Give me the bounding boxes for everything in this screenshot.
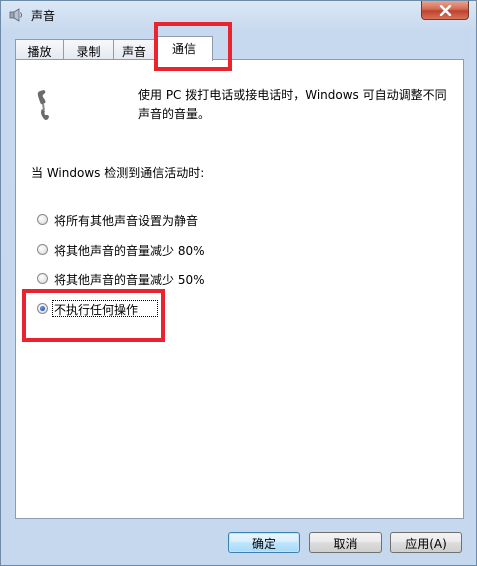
close-icon: [439, 5, 452, 16]
option-label: 将所有其他声音设置为静音: [54, 214, 199, 228]
ok-button[interactable]: 确定: [228, 532, 300, 553]
close-button[interactable]: [421, 1, 469, 20]
option-reduce-50[interactable]: 将其他声音的音量减少 50%: [37, 271, 237, 289]
tab-sounds[interactable]: 声音: [113, 39, 155, 60]
apply-button[interactable]: 应用(A): [390, 532, 462, 553]
option-reduce-80[interactable]: 将其他声音的音量减少 80%: [37, 242, 237, 260]
tab-recording[interactable]: 录制: [63, 39, 114, 60]
option-mute-all[interactable]: 将所有其他声音设置为静音: [37, 212, 237, 230]
highlight-box-option: [22, 289, 165, 342]
speaker-icon: [8, 7, 24, 23]
radio-button[interactable]: [37, 214, 48, 225]
window-title: 声音: [31, 9, 56, 23]
apply-button-label: 应用(A): [405, 537, 447, 551]
tab-label: 录制: [76, 45, 101, 59]
radio-button[interactable]: [37, 273, 48, 284]
highlight-box-tab: [154, 22, 232, 71]
cancel-button[interactable]: 取消: [309, 532, 382, 553]
option-label: 将其他声音的音量减少 80%: [54, 244, 205, 258]
cancel-button-label: 取消: [333, 537, 358, 551]
ok-button-label: 确定: [251, 537, 276, 551]
tab-playback[interactable]: 播放: [15, 39, 64, 60]
tab-label: 声音: [121, 45, 146, 59]
sound-dialog: 声音 播放 录制 声音 通信 使用 PC 拨打电话或接电话时，Windows 可…: [0, 0, 477, 566]
tab-label: 播放: [27, 45, 52, 59]
radio-button[interactable]: [37, 244, 48, 255]
communications-heading: 当 Windows 检测到通信活动时:: [31, 166, 205, 180]
title-bar[interactable]: 声音: [1, 1, 476, 29]
window-right-edge: [465, 29, 469, 559]
option-label: 将其他声音的音量减少 50%: [54, 273, 205, 287]
telephone-handset-icon: [34, 88, 54, 122]
communications-description: 使用 PC 拨打电话或接电话时，Windows 可自动调整不同声音的音量。: [138, 88, 447, 121]
